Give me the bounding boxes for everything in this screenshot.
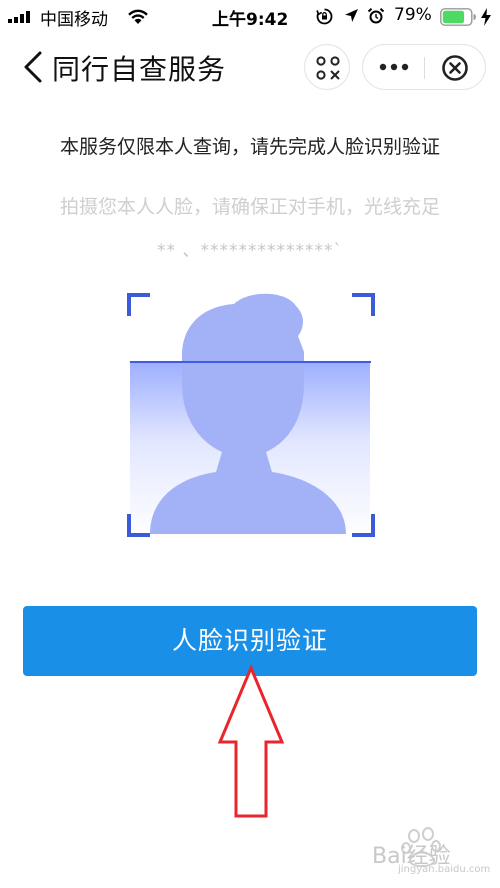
status-bar: 中国移动 上午9:42 79% xyxy=(0,0,500,34)
masked-identity: ** 、**************` xyxy=(157,241,343,261)
alarm-icon xyxy=(367,8,385,24)
capture-hint: 拍摄您本人人脸，请确保正对手机，光线充足 xyxy=(59,196,440,218)
scan-line xyxy=(130,361,371,363)
signal-icon xyxy=(8,11,30,23)
back-chevron-icon xyxy=(24,51,42,83)
carrier-name: 中国移动 xyxy=(40,10,108,30)
navigation-bar: 同行自查服务 xyxy=(0,34,500,100)
face-frame-icon xyxy=(127,293,375,537)
location-icon xyxy=(345,9,358,22)
page-title: 同行自查服务 xyxy=(52,53,227,86)
scan-icon xyxy=(316,56,340,80)
battery-percent: 79% xyxy=(394,5,432,25)
close-circle-icon xyxy=(442,55,468,81)
wifi-icon xyxy=(128,9,148,24)
service-notice: 本服务仅限本人查询，请先完成人脸识别验证 xyxy=(59,136,440,158)
up-arrow-annotation-icon xyxy=(217,664,285,818)
more-button[interactable] xyxy=(363,45,425,89)
person-silhouette-icon xyxy=(150,293,346,534)
battery-icon xyxy=(440,8,476,26)
rotation-lock-icon xyxy=(316,8,333,25)
close-button[interactable] xyxy=(425,45,485,89)
charging-icon xyxy=(481,8,491,26)
mini-program-capsule xyxy=(362,44,486,90)
more-dots-icon xyxy=(379,63,409,71)
scan-button[interactable] xyxy=(304,44,350,90)
watermark-url: jingyan.baidu.com xyxy=(398,864,491,875)
back-button[interactable] xyxy=(22,50,44,84)
status-time: 上午9:42 xyxy=(212,10,289,30)
